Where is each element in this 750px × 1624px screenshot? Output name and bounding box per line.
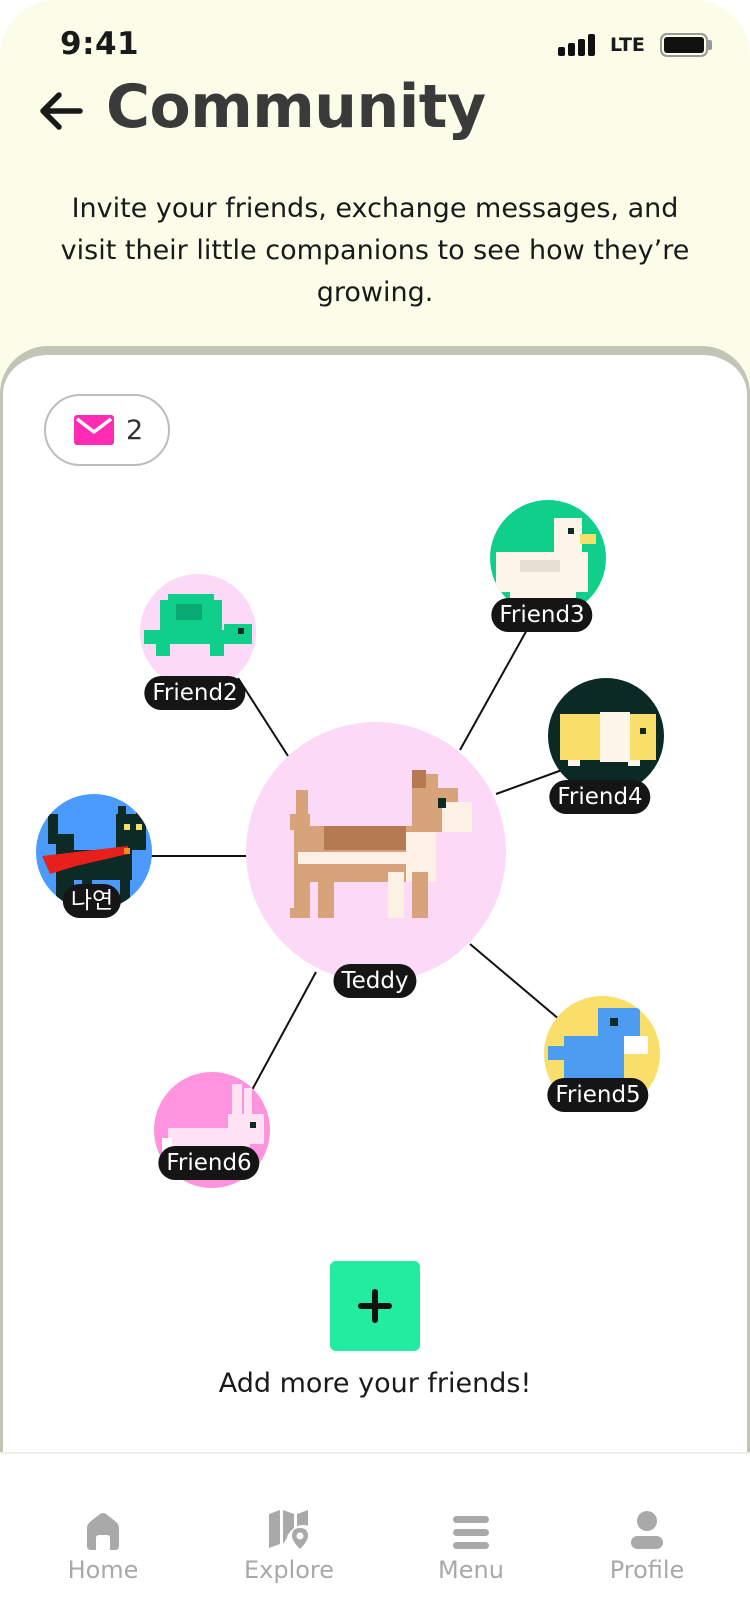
friend-name-tag: Friend6 [158, 1146, 260, 1180]
tab-label: Home [67, 1556, 139, 1584]
page-description: Invite your friends, exchange messages, … [60, 193, 690, 308]
add-friend-button[interactable] [330, 1261, 420, 1351]
status-time: 9:41 [60, 26, 140, 62]
battery-icon [660, 33, 708, 57]
guinea-pig-icon [548, 678, 664, 794]
page-title: Community [106, 72, 486, 142]
friend-network: Teddy Friend2 Friend3 Friend4 나연 Friend5… [0, 480, 750, 1220]
arrow-left-icon [40, 92, 83, 130]
tab-profile[interactable]: Profile [572, 1504, 722, 1584]
friend-name-tag: Friend3 [491, 598, 593, 632]
bottom-tab-bar: Home Explore Menu Profile [0, 1454, 750, 1624]
dog-icon [246, 722, 506, 982]
network-type: LTE [610, 34, 645, 56]
friend-name-tag: Friend4 [549, 780, 651, 814]
tab-explore[interactable]: Explore [214, 1504, 364, 1584]
tab-home[interactable]: Home [28, 1504, 178, 1584]
friend-name-tag: Friend2 [144, 676, 246, 710]
tab-label: Profile [609, 1556, 685, 1584]
signal-icon [558, 34, 598, 56]
tab-menu[interactable]: Menu [396, 1504, 546, 1584]
messages-button[interactable]: 2 [44, 394, 170, 466]
friend-name-tag: 나연 [62, 884, 122, 918]
messages-count: 2 [126, 414, 144, 446]
map-icon [269, 1510, 308, 1549]
home-icon [87, 1513, 119, 1550]
add-friends-caption: Add more your friends! [218, 1368, 532, 1399]
menu-icon [453, 1516, 489, 1549]
tab-label: Menu [438, 1556, 504, 1584]
turtle-icon [140, 574, 256, 690]
pet-name-tag: Teddy [333, 964, 417, 998]
profile-icon [631, 1511, 663, 1549]
mail-icon [74, 415, 114, 445]
friend-name-tag: Friend5 [547, 1078, 649, 1112]
back-button[interactable] [36, 86, 86, 136]
plus-icon [358, 1289, 392, 1323]
tab-label: Explore [243, 1556, 335, 1584]
